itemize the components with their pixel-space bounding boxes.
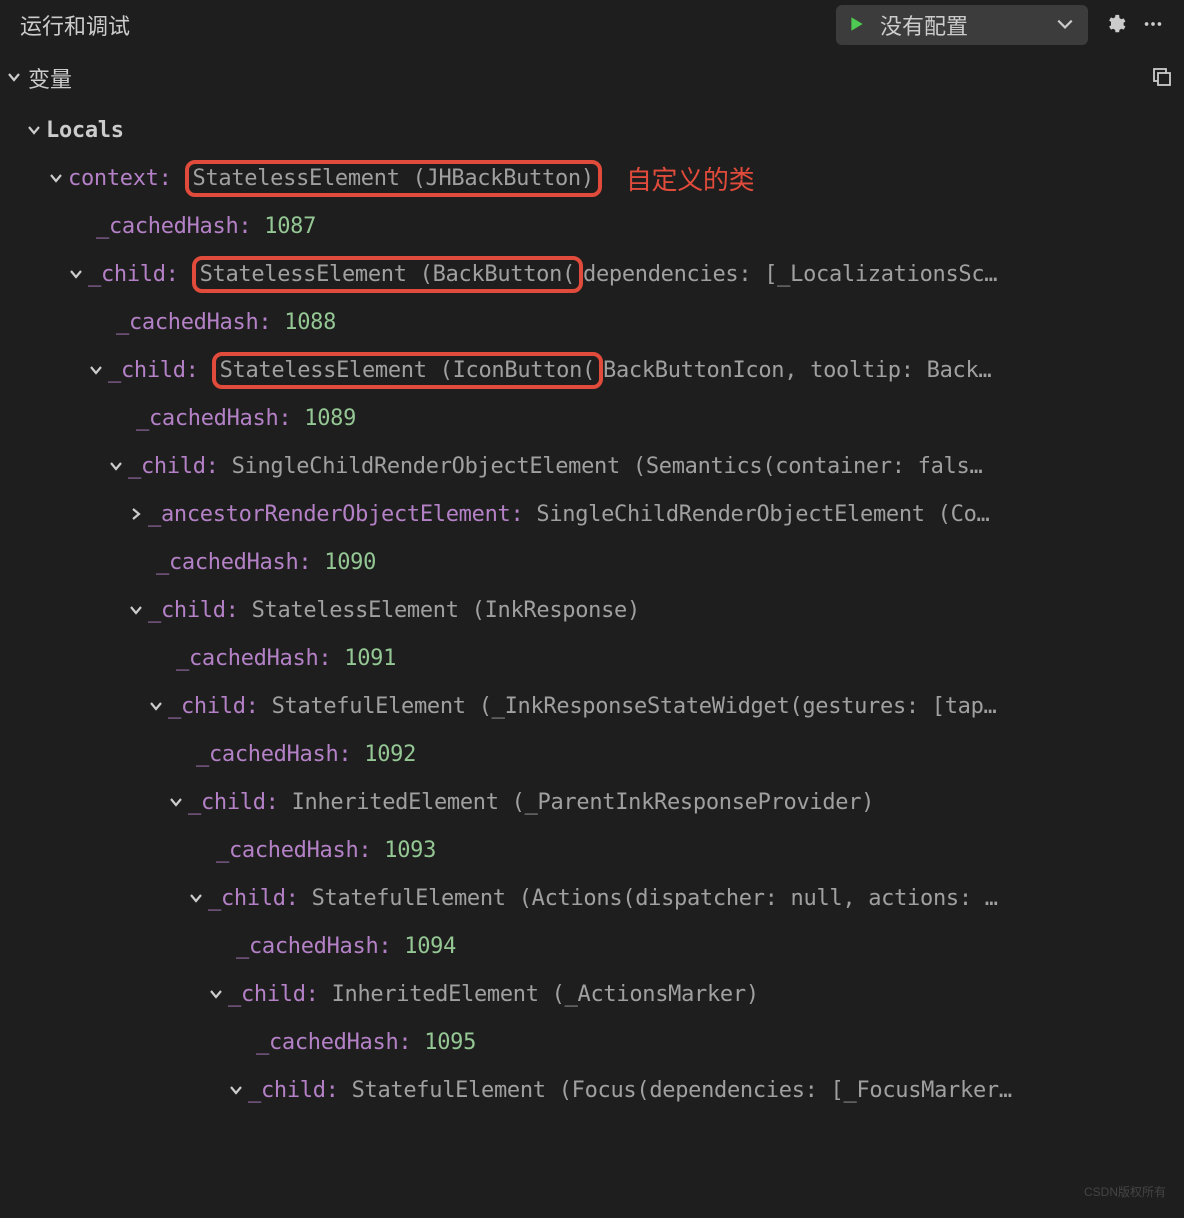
- chevron-down-icon: [184, 890, 208, 906]
- tree-node-child[interactable]: _child: StatefulElement (Actions(dispatc…: [0, 874, 1184, 922]
- tree-node-child[interactable]: _child: StatelessElement (BackButton( dep…: [0, 250, 1184, 298]
- section-title: 变量: [28, 62, 72, 94]
- chevron-down-icon: [224, 1082, 248, 1098]
- chevron-down-icon: [22, 122, 46, 138]
- var-key: _cachedHash:: [256, 1030, 411, 1055]
- highlight-box: StatelessElement (IconButton(: [212, 352, 603, 389]
- tree-node-cachedhash[interactable]: _cachedHash: 1088: [0, 298, 1184, 346]
- var-value: 1089: [304, 406, 356, 431]
- var-key: _child:: [228, 982, 319, 1007]
- collapse-all-icon[interactable]: [1150, 65, 1174, 92]
- more-icon[interactable]: [1142, 13, 1164, 38]
- tree-node-cachedhash[interactable]: _cachedHash: 1094: [0, 922, 1184, 970]
- tree-node-locals[interactable]: Locals: [0, 106, 1184, 154]
- tree-node-context[interactable]: context: StatelessElement (JHBackButton)…: [0, 154, 1184, 202]
- var-value: 1092: [364, 742, 416, 767]
- chevron-down-icon: [44, 170, 68, 186]
- tree-node-ancestor[interactable]: _ancestorRenderObjectElement: SingleChil…: [0, 490, 1184, 538]
- chevron-down-icon: [124, 602, 148, 618]
- tree-node-cachedhash[interactable]: _cachedHash: 1087: [0, 202, 1184, 250]
- debug-config-dropdown[interactable]: 没有配置: [836, 5, 1088, 45]
- var-key: _child:: [128, 454, 219, 479]
- var-key: _child:: [188, 790, 279, 815]
- config-label: 没有配置: [880, 9, 968, 41]
- var-value: 1095: [424, 1030, 476, 1055]
- var-value: StatefulElement (Focus(dependencies: [_F…: [352, 1078, 1012, 1103]
- var-value: 1087: [264, 214, 316, 239]
- var-key: _ancestorRenderObjectElement:: [148, 502, 523, 527]
- var-value: InheritedElement (_ActionsMarker): [332, 982, 759, 1007]
- var-key: _child:: [148, 598, 239, 623]
- var-key: _child:: [88, 262, 179, 287]
- tree-node-child[interactable]: _child: InheritedElement (_ActionsMarker…: [0, 970, 1184, 1018]
- var-value: StatefulElement (_InkResponseStateWidget…: [272, 694, 997, 719]
- var-key: _cachedHash:: [136, 406, 291, 431]
- var-key: _child:: [108, 358, 199, 383]
- tree-node-cachedhash[interactable]: _cachedHash: 1093: [0, 826, 1184, 874]
- panel-header: 运行和调试 没有配置: [0, 0, 1184, 54]
- var-value-tail: BackButtonIcon, tooltip: Back…: [603, 358, 991, 383]
- gear-icon[interactable]: [1104, 13, 1126, 38]
- var-value: StatelessElement (JHBackButton): [193, 166, 594, 191]
- panel-title: 运行和调试: [20, 9, 130, 41]
- chevron-down-icon: [6, 69, 22, 88]
- var-key: _child:: [248, 1078, 339, 1103]
- chevron-down-icon: [1056, 18, 1074, 33]
- chevron-down-icon: [84, 362, 108, 378]
- var-value: StatefulElement (Actions(dispatcher: nul…: [312, 886, 998, 911]
- tree-node-child[interactable]: _child: StatelessElement (InkResponse): [0, 586, 1184, 634]
- var-key: _cachedHash:: [96, 214, 251, 239]
- tree-node-cachedhash[interactable]: _cachedHash: 1089: [0, 394, 1184, 442]
- header-actions: 没有配置: [836, 5, 1164, 45]
- tree-node-cachedhash[interactable]: _cachedHash: 1095: [0, 1018, 1184, 1066]
- chevron-down-icon: [204, 986, 228, 1002]
- chevron-down-icon: [144, 698, 168, 714]
- var-value: InheritedElement (_ParentInkResponseProv…: [292, 790, 875, 815]
- chevron-down-icon: [64, 266, 88, 282]
- var-value: SingleChildRenderObjectElement (Co…: [536, 502, 989, 527]
- tree-node-child[interactable]: _child: SingleChildRenderObjectElement (…: [0, 442, 1184, 490]
- watermark: CSDN版权所有: [1084, 1183, 1166, 1200]
- tree-node-child[interactable]: _child: StatefulElement (Focus(dependenc…: [0, 1066, 1184, 1114]
- variables-tree: Locals context: StatelessElement (JHBack…: [0, 102, 1184, 1114]
- var-value: 1093: [384, 838, 436, 863]
- var-key: _child:: [208, 886, 299, 911]
- tree-node-child[interactable]: _child: InheritedElement (_ParentInkResp…: [0, 778, 1184, 826]
- tree-node-cachedhash[interactable]: _cachedHash: 1090: [0, 538, 1184, 586]
- var-value: SingleChildRenderObjectElement (Semantic…: [232, 454, 983, 479]
- var-value: StatelessElement (BackButton(: [200, 262, 575, 287]
- var-value: 1090: [324, 550, 376, 575]
- variables-section-header[interactable]: 变量: [0, 54, 1184, 102]
- chevron-right-icon: [124, 506, 148, 522]
- tree-node-cachedhash[interactable]: _cachedHash: 1092: [0, 730, 1184, 778]
- var-key: _child:: [168, 694, 259, 719]
- var-key: _cachedHash:: [236, 934, 391, 959]
- var-value: StatelessElement (IconButton(: [220, 358, 595, 383]
- var-key: _cachedHash:: [156, 550, 311, 575]
- chevron-down-icon: [164, 794, 188, 810]
- var-key: _cachedHash:: [176, 646, 331, 671]
- play-icon: [848, 15, 866, 36]
- var-key: _cachedHash:: [216, 838, 371, 863]
- var-key: _cachedHash:: [116, 310, 271, 335]
- tree-node-child[interactable]: _child: StatelessElement (IconButton( Bac…: [0, 346, 1184, 394]
- var-value: 1088: [284, 310, 336, 335]
- highlight-box: StatelessElement (JHBackButton): [185, 160, 602, 197]
- tree-node-child[interactable]: _child: StatefulElement (_InkResponseSta…: [0, 682, 1184, 730]
- tree-node-cachedhash[interactable]: _cachedHash: 1091: [0, 634, 1184, 682]
- node-label: Locals: [46, 118, 124, 143]
- annotation-text: 自定义的类: [626, 160, 755, 197]
- var-key: _cachedHash:: [196, 742, 351, 767]
- var-value-tail: dependencies: [_LocalizationsSc…: [583, 262, 997, 287]
- var-value: StatelessElement (InkResponse): [252, 598, 640, 623]
- chevron-down-icon: [104, 458, 128, 474]
- var-value: 1091: [344, 646, 396, 671]
- var-key: context:: [68, 166, 172, 191]
- highlight-box: StatelessElement (BackButton(: [192, 256, 583, 293]
- var-value: 1094: [404, 934, 456, 959]
